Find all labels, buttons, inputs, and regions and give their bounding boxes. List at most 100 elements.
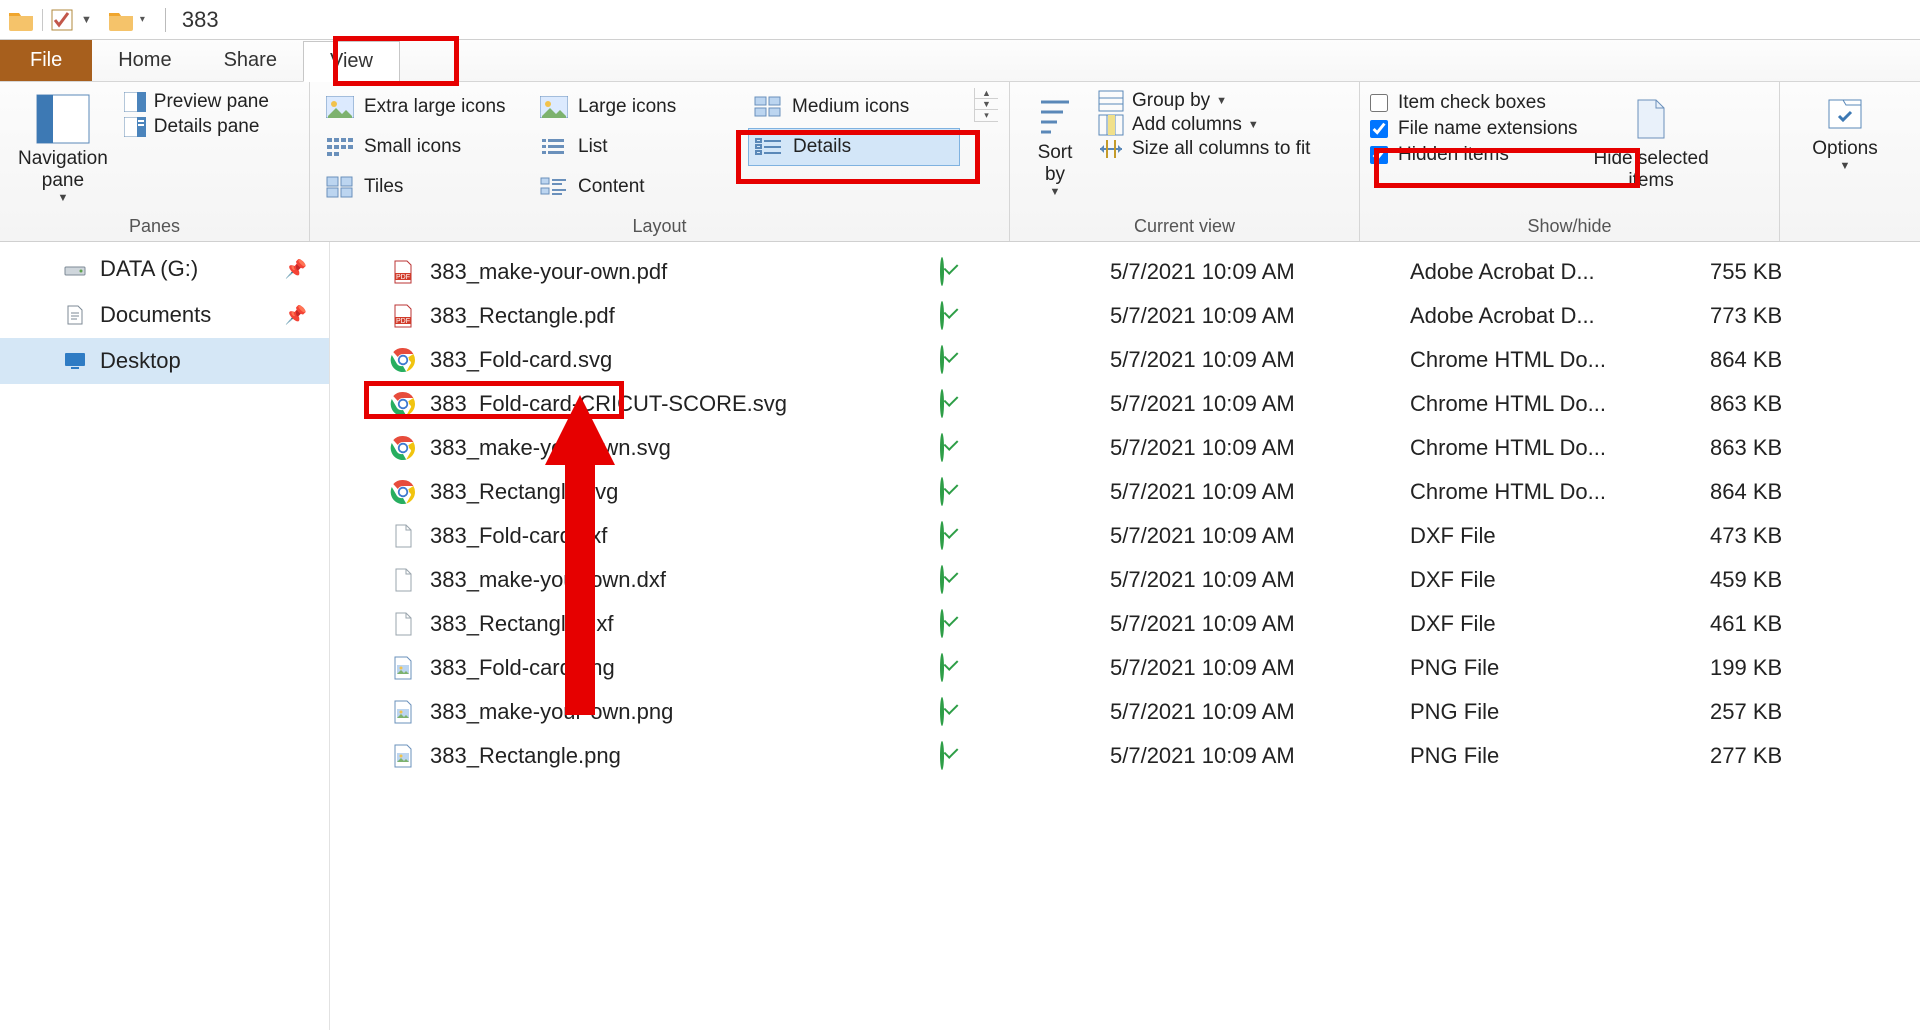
tab-home[interactable]: Home [92,40,197,81]
layout-medium-icons[interactable]: Medium icons [748,88,960,126]
qat-customize-icon[interactable]: ▾ [140,14,145,25]
status-ok-icon [940,389,944,418]
layout-tiles[interactable]: Tiles [320,168,532,206]
layout-label: Extra large icons [364,96,506,118]
folder-icon [8,8,34,32]
ribbon-group-layout: Extra large icons Large icons Medium ico… [310,82,1010,241]
file-row[interactable]: 383_Rectangle.svg 5/7/2021 10:09 AM Chro… [330,470,1920,514]
layout-label: Tiles [364,176,403,198]
file-date: 5/7/2021 10:09 AM [1110,655,1410,681]
layout-small-icons[interactable]: Small icons [320,128,532,166]
preview-pane-label: Preview pane [154,91,269,113]
file-extensions-label: File name extensions [1398,118,1578,140]
file-row[interactable]: 383_Rectangle.dxf 5/7/2021 10:09 AM DXF … [330,602,1920,646]
file-size: 257 KB [1710,699,1870,725]
details-pane-label: Details pane [154,116,260,138]
file-row[interactable]: PDF383_make-your-own.pdf 5/7/2021 10:09 … [330,250,1920,294]
file-date: 5/7/2021 10:09 AM [1110,743,1410,769]
chrome-icon [390,435,416,461]
pin-icon[interactable]: 📌 [285,259,307,280]
layout-details[interactable]: Details [748,128,960,166]
sidebar-item[interactable]: Documents 📌 [0,292,329,338]
file-extensions-checkbox[interactable] [1370,120,1388,138]
svg-text:PDF: PDF [396,274,410,281]
file-row[interactable]: 383_Fold-card.png 5/7/2021 10:09 AM PNG … [330,646,1920,690]
ribbon: Navigation pane ▼ Preview pane Details p… [0,82,1920,242]
size-columns-button[interactable]: Size all columns to fit [1098,138,1310,160]
layout-gallery-spinner[interactable]: ▲ ▼ ▾ [974,88,998,122]
status-ok-icon [940,433,944,462]
tab-view[interactable]: View [303,41,400,82]
file-size: 755 KB [1710,259,1870,285]
status-ok-icon [940,609,944,638]
file-row[interactable]: 383_Fold-card.dxf 5/7/2021 10:09 AM DXF … [330,514,1920,558]
chevron-up-icon[interactable]: ▲ [975,88,998,99]
ribbon-group-options: Options ▼ [1780,82,1910,241]
status-ok-icon [940,565,944,594]
file-type: Chrome HTML Do... [1410,435,1710,461]
hide-selected-button[interactable]: Hide selected items [1586,88,1717,198]
item-checkboxes-toggle[interactable]: Item check boxes [1370,92,1578,114]
ribbon-group-layout-label: Layout [320,212,999,239]
file-type: PNG File [1410,743,1710,769]
sidebar-item[interactable]: Desktop [0,338,329,384]
item-checkboxes-label: Item check boxes [1398,92,1546,114]
file-row[interactable]: PDF383_Rectangle.pdf 5/7/2021 10:09 AM A… [330,294,1920,338]
file-row[interactable]: 383_Rectangle.png 5/7/2021 10:09 AM PNG … [330,734,1920,778]
preview-pane-button[interactable]: Preview pane [124,91,269,113]
chevron-down-icon[interactable]: ▼ [975,99,998,110]
grid-icon [754,96,782,118]
dropdown-more-icon[interactable]: ▾ [975,110,998,122]
ribbon-tabs: File Home Share View [0,40,1920,82]
navigation-pane-button[interactable]: Navigation pane ▼ [10,88,116,210]
layout-list[interactable]: List [534,128,746,166]
tab-share[interactable]: Share [198,40,303,81]
chevron-down-icon: ▼ [1216,95,1227,107]
file-size: 199 KB [1710,655,1870,681]
file-type: PNG File [1410,699,1710,725]
file-row[interactable]: 383_make-your-own.svg 5/7/2021 10:09 AM … [330,426,1920,470]
status-ok-icon [940,345,944,374]
file-type: DXF File [1410,523,1710,549]
file-row[interactable]: 383_make-your-own.png 5/7/2021 10:09 AM … [330,690,1920,734]
pin-icon[interactable]: 📌 [285,305,307,326]
file-icon [390,611,416,637]
navigation-pane-label: Navigation pane [18,148,108,192]
file-type: DXF File [1410,567,1710,593]
qat-dropdown-icon[interactable]: ▼ [81,14,92,26]
hidden-items-checkbox[interactable] [1370,146,1388,164]
file-row[interactable]: 383_Fold-card-CRICUT-SCORE.svg 5/7/2021 … [330,382,1920,426]
layout-label: Content [578,176,645,198]
status-ok-icon [940,477,944,506]
sort-by-button[interactable]: Sort by ▼ [1020,88,1090,204]
file-name: 383_make-your-own.png [430,699,673,725]
add-columns-button[interactable]: Add columns ▼ [1098,114,1310,136]
layout-content[interactable]: Content [534,168,746,206]
options-button[interactable]: Options ▼ [1795,88,1895,178]
hidden-items-label: Hidden items [1398,144,1509,166]
chrome-icon [390,391,416,417]
file-row[interactable]: 383_make-your-own.dxf 5/7/2021 10:09 AM … [330,558,1920,602]
sidebar-item[interactable]: DATA (G:) 📌 [0,246,329,292]
tab-file[interactable]: File [0,40,92,81]
properties-icon[interactable] [51,9,73,31]
layout-large-icons[interactable]: Large icons [534,88,746,126]
details-pane-button[interactable]: Details pane [124,116,269,138]
file-date: 5/7/2021 10:09 AM [1110,699,1410,725]
chrome-icon [390,347,416,373]
options-label: Options [1812,138,1877,160]
file-size: 461 KB [1710,611,1870,637]
file-extensions-toggle[interactable]: File name extensions [1370,118,1578,140]
file-date: 5/7/2021 10:09 AM [1110,567,1410,593]
file-list[interactable]: PDF383_make-your-own.pdf 5/7/2021 10:09 … [330,242,1920,1030]
file-date: 5/7/2021 10:09 AM [1110,611,1410,637]
file-row[interactable]: 383_Fold-card.svg 5/7/2021 10:09 AM Chro… [330,338,1920,382]
layout-extra-large-icons[interactable]: Extra large icons [320,88,532,126]
sidebar-item-label: DATA (G:) [100,256,198,282]
group-by-button[interactable]: Group by ▼ [1098,90,1310,112]
file-name: 383_Rectangle.png [430,743,621,769]
file-date: 5/7/2021 10:09 AM [1110,479,1410,505]
item-checkboxes-checkbox[interactable] [1370,94,1388,112]
hidden-items-toggle[interactable]: Hidden items [1370,144,1578,166]
ribbon-group-show-hide-label: Show/hide [1370,212,1769,239]
